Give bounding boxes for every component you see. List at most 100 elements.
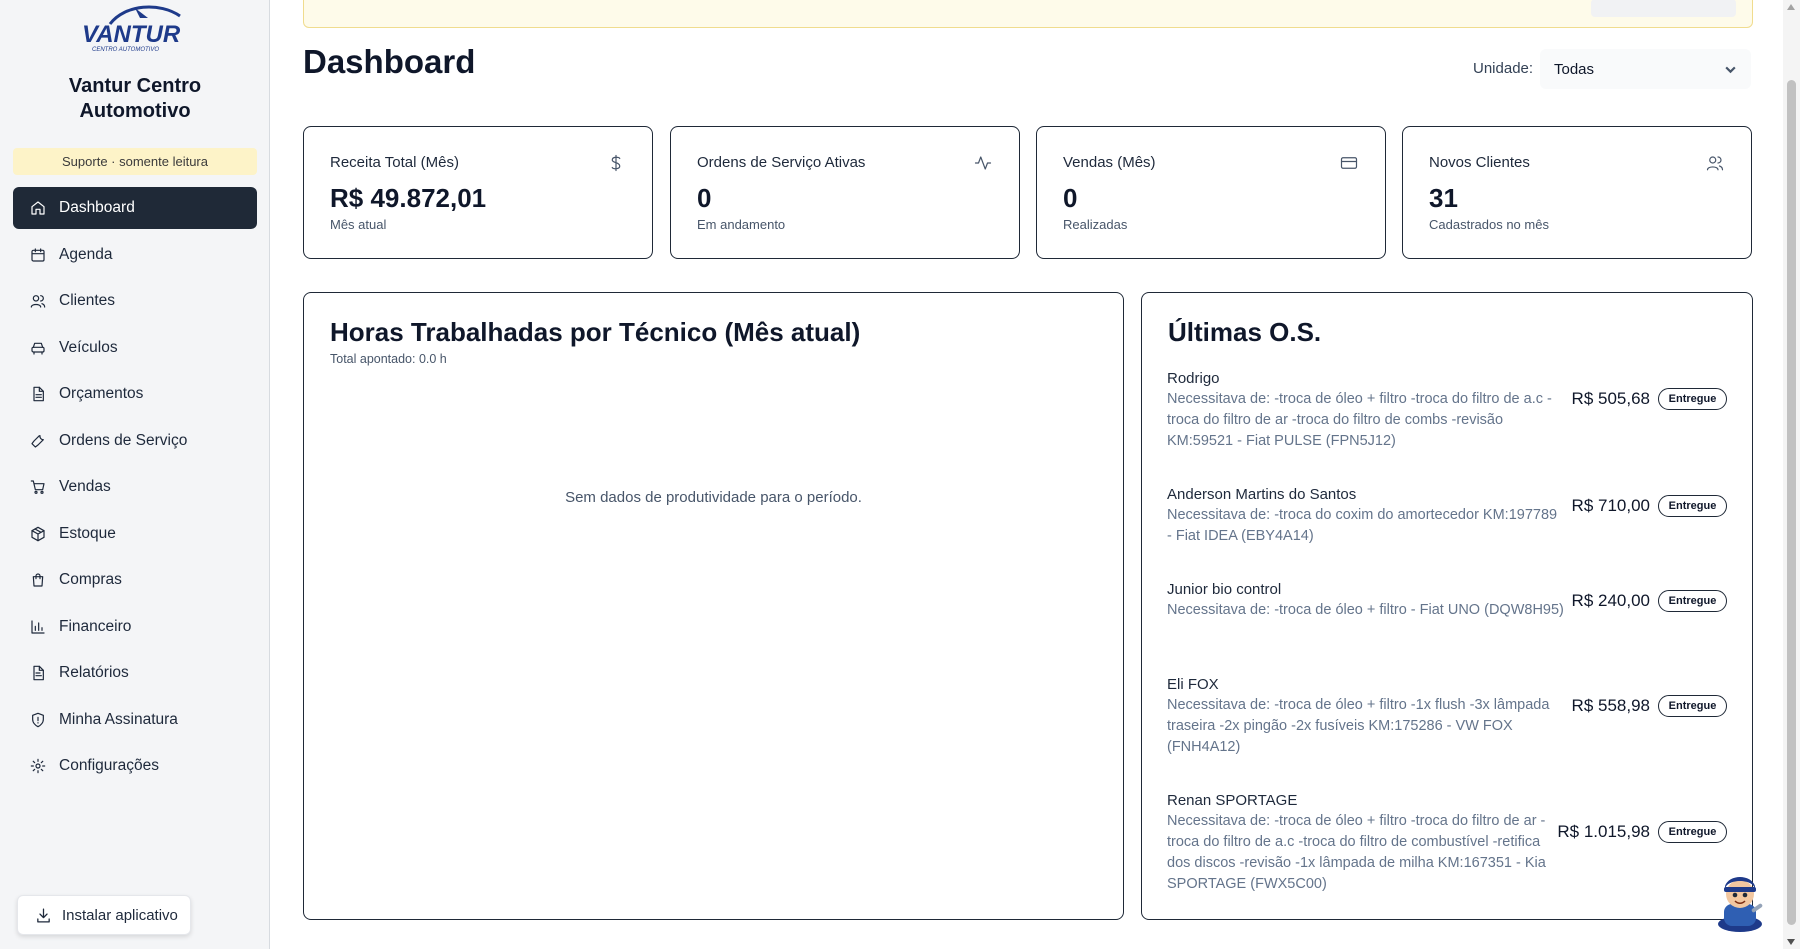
os-list-item[interactable]: Anderson Martins do Santos Necessitava d… <box>1167 484 1727 547</box>
unit-select-value: Todas <box>1554 60 1595 78</box>
status-badge: Entregue <box>1658 495 1727 517</box>
stat-sub: Cadastrados no mês <box>1429 217 1549 232</box>
sidebar-item-label: Veículos <box>59 338 118 356</box>
credit-card-icon <box>1340 154 1358 172</box>
sidebar-item-minha-assinatura[interactable]: Minha Assinatura <box>13 699 257 741</box>
stat-sub: Realizadas <box>1063 217 1128 232</box>
sidebar-item-clientes[interactable]: Clientes <box>13 280 257 322</box>
users-icon <box>29 292 47 310</box>
hours-by-technician-panel: Horas Trabalhadas por Técnico (Mês atual… <box>303 292 1124 920</box>
sidebar-item-dashboard[interactable]: Dashboard <box>13 187 257 229</box>
download-icon <box>37 907 50 923</box>
scroll-up-arrow[interactable] <box>1787 4 1795 10</box>
sidebar-item-relatorios[interactable]: Relatórios <box>13 652 257 694</box>
os-list-item[interactable]: Rodrigo Necessitava de: -troca de óleo +… <box>1167 368 1727 452</box>
os-value-group: R$ 710,00 Entregue <box>1572 495 1727 517</box>
stat-label: Novos Clientes <box>1429 154 1530 171</box>
stat-card-vendas: Vendas (Mês) 0 Realizadas <box>1036 126 1386 259</box>
install-app-button[interactable]: Instalar aplicativo <box>17 895 191 935</box>
os-description: Necessitava de: -troca de óleo + filtro … <box>1167 602 1564 618</box>
report-icon <box>29 664 47 682</box>
sidebar-item-label: Financeiro <box>59 617 132 635</box>
status-badge: Entregue <box>1658 388 1727 410</box>
scroll-down-arrow[interactable] <box>1787 939 1795 945</box>
dollar-icon <box>607 154 625 172</box>
svg-text:VANTUR: VANTUR <box>82 21 181 48</box>
os-client-name: Renan SPORTAGE <box>1167 792 1298 809</box>
sidebar-item-configuracoes[interactable]: Configurações <box>13 745 257 787</box>
sidebar-item-estoque[interactable]: Estoque <box>13 513 257 555</box>
support-readonly-badge: Suporte · somente leitura <box>13 148 257 175</box>
document-icon <box>29 385 47 403</box>
unit-select[interactable]: Todas <box>1540 49 1751 89</box>
sidebar-item-orcamentos[interactable]: Orçamentos <box>13 373 257 415</box>
stat-sub: Mês atual <box>330 217 387 232</box>
banner-action-button[interactable] <box>1591 0 1736 17</box>
stat-card-receita: Receita Total (Mês) R$ 49.872,01 Mês atu… <box>303 126 653 259</box>
os-description: Necessitava de: -troca de óleo + filtro … <box>1167 391 1552 449</box>
sidebar-item-label: Agenda <box>59 245 113 263</box>
os-client-name: Eli FOX <box>1167 676 1219 693</box>
os-value-group: R$ 505,68 Entregue <box>1572 388 1727 410</box>
shopping-bag-icon <box>29 571 47 589</box>
stat-card-novos-clientes: Novos Clientes 31 Cadastrados no mês <box>1402 126 1752 259</box>
stat-sub: Em andamento <box>697 217 786 232</box>
os-value: R$ 505,68 <box>1571 389 1650 408</box>
os-value: R$ 240,00 <box>1571 591 1650 610</box>
os-list-item[interactable]: Eli FOX Necessitava de: -troca de óleo +… <box>1167 674 1727 758</box>
stat-card-ordens-ativas: Ordens de Serviço Ativas 0 Em andamento <box>670 126 1020 259</box>
stat-value: 0 <box>697 183 712 213</box>
sidebar-item-compras[interactable]: Compras <box>13 559 257 601</box>
top-notice-banner <box>303 0 1753 28</box>
unit-filter-label: Unidade: <box>1473 60 1534 77</box>
activity-icon <box>974 154 992 172</box>
sidebar-item-label: Minha Assinatura <box>59 710 178 728</box>
sidebar-item-label: Dashboard <box>59 199 135 216</box>
stat-label: Vendas (Mês) <box>1063 154 1156 171</box>
sidebar-item-label: Estoque <box>59 524 116 542</box>
os-description: Necessitava de: -troca de óleo + filtro … <box>1167 813 1546 892</box>
car-icon <box>29 339 47 357</box>
sidebar-item-label: Compras <box>59 571 122 588</box>
bar-chart-icon <box>29 618 47 636</box>
os-client-name: Rodrigo <box>1167 370 1220 387</box>
status-badge: Entregue <box>1658 821 1727 843</box>
brand-line-2: Automotivo <box>79 100 191 122</box>
panel-title: Últimas O.S. <box>1168 317 1322 347</box>
home-icon <box>29 199 47 217</box>
chevron-down-icon <box>1725 66 1736 74</box>
assistant-mascot-button[interactable] <box>1711 868 1769 932</box>
sidebar-item-label: Ordens de Serviço <box>59 431 188 449</box>
os-list-item[interactable]: Junior bio control Necessitava de: -troc… <box>1167 579 1727 621</box>
brand-line-1: Vantur Centro <box>68 75 202 97</box>
latest-os-panel: Últimas O.S. Rodrigo Necessitava de: -tr… <box>1141 292 1753 920</box>
os-description: Necessitava de: -troca de óleo + filtro … <box>1167 697 1550 755</box>
sidebar-item-agenda[interactable]: Agenda <box>13 234 257 276</box>
sidebar-item-ordens-de-servico[interactable]: Ordens de Serviço <box>13 420 257 462</box>
sidebar-item-veiculos[interactable]: Veículos <box>13 327 257 369</box>
empty-state-message: Sem dados de produtividade para o períod… <box>565 489 862 506</box>
os-list-item[interactable]: Renan SPORTAGE Necessitava de: -troca de… <box>1167 790 1727 895</box>
hours-total: Total apontado: 0.0 h <box>330 352 447 366</box>
sidebar-item-vendas[interactable]: Vendas <box>13 466 257 508</box>
stat-label: Receita Total (Mês) <box>330 154 459 171</box>
sidebar-nav: Dashboard Agenda Clientes Veículos Orçam… <box>13 187 257 792</box>
page-scrollbar[interactable] <box>1783 0 1800 949</box>
status-badge: Entregue <box>1658 590 1727 612</box>
vantur-logo: VANTUR CENTRO AUTOMOTIVO <box>80 2 188 54</box>
shield-icon <box>29 711 47 729</box>
os-value-group: R$ 1.015,98 Entregue <box>1557 821 1727 843</box>
panel-title: Horas Trabalhadas por Técnico (Mês atual… <box>330 317 861 347</box>
sidebar-item-label: Relatórios <box>59 664 129 681</box>
scrollbar-thumb[interactable] <box>1787 80 1796 925</box>
stat-value: R$ 49.872,01 <box>330 183 487 213</box>
sidebar-item-label: Vendas <box>59 478 111 495</box>
sidebar-item-financeiro[interactable]: Financeiro <box>13 606 257 648</box>
os-value-group: R$ 558,98 Entregue <box>1572 695 1727 717</box>
sidebar-item-label: Clientes <box>59 292 115 309</box>
sidebar: VANTUR CENTRO AUTOMOTIVO Vantur Centro A… <box>0 0 270 949</box>
stat-value: 31 <box>1429 183 1458 213</box>
wrench-icon <box>29 432 47 450</box>
sidebar-item-label: Orçamentos <box>59 385 144 402</box>
sidebar-item-label: Configurações <box>59 757 159 774</box>
